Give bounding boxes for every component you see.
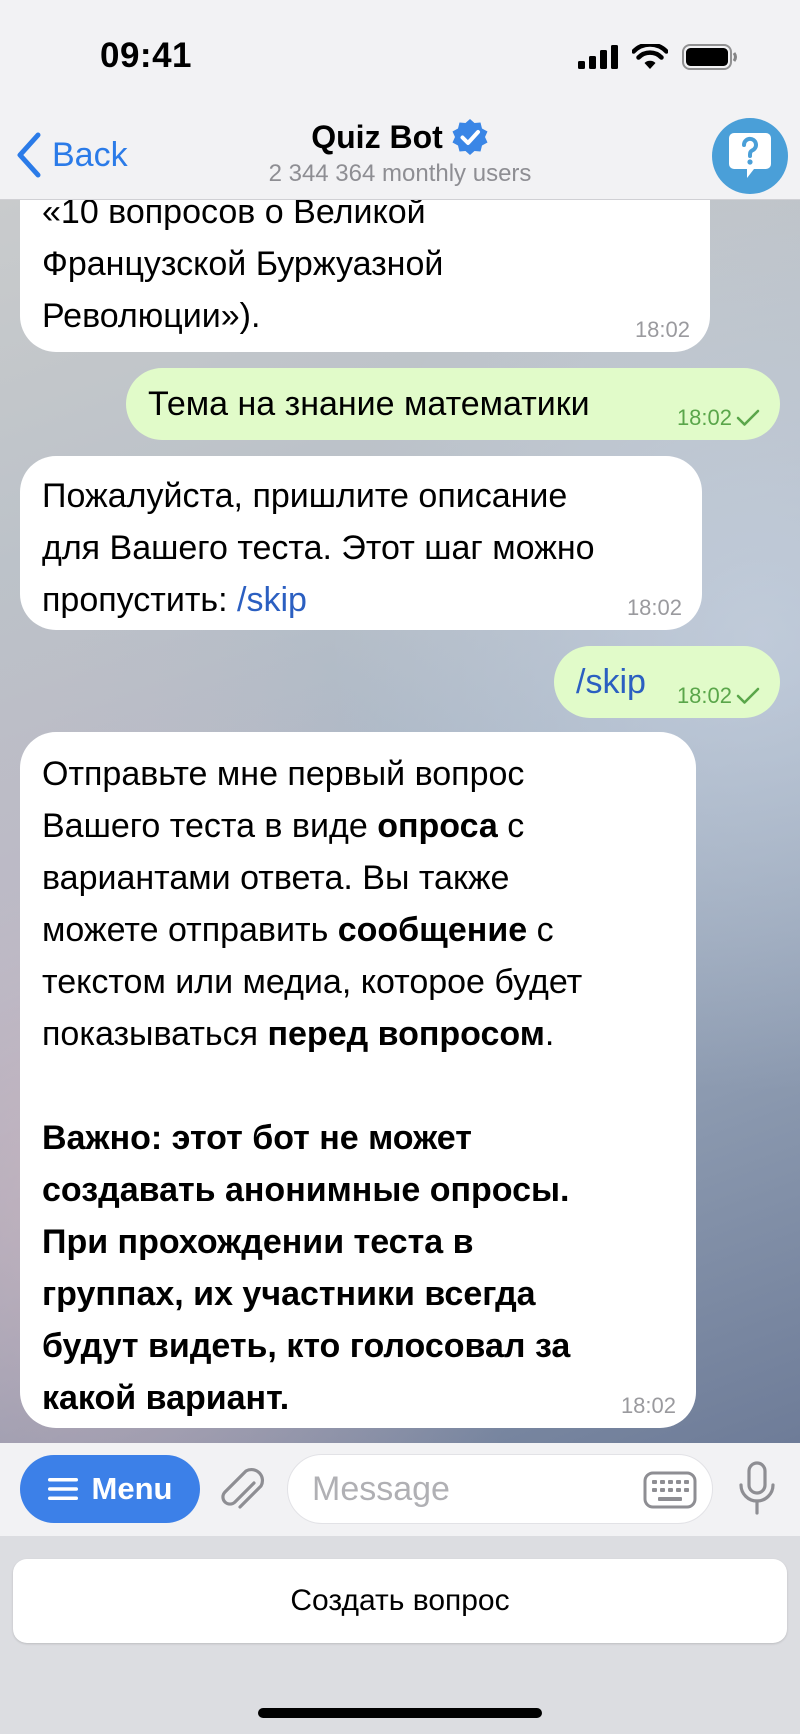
wifi-icon — [632, 44, 668, 69]
message-text-line: вариантами ответа. Вы также — [42, 859, 510, 897]
message-text: . — [544, 1015, 555, 1053]
chat-header: Back Quiz Bot 2 344 364 monthly users — [0, 110, 800, 200]
message-bold-line: будут видеть, кто голосовал за — [42, 1327, 571, 1365]
message-bold-line: Важно: этот бот не может — [42, 1119, 472, 1157]
message-time: 18:02 — [634, 317, 690, 342]
message-text: показываться — [42, 1015, 268, 1053]
message-text-line: пропустить: /skip — [42, 574, 680, 626]
message-time-read: 18:02 — [677, 684, 760, 708]
menu-button[interactable]: Menu — [20, 1455, 200, 1523]
keyboard-toggle-icon[interactable] — [643, 1471, 697, 1509]
reply-keyboard: Создать вопрос — [0, 1536, 800, 1734]
message-bubble-incoming[interactable]: Отправьте мне первый вопрос Вашего теста… — [20, 732, 696, 1428]
message-text: пропустить: — [42, 581, 238, 619]
message-time: 18:02 — [620, 1393, 676, 1418]
message-bubble-outgoing[interactable]: Тема на знание математики 18:02 — [126, 368, 780, 440]
read-check-icon — [736, 409, 760, 426]
question-bubble-icon — [729, 133, 771, 178]
skip-command-link[interactable]: /skip — [237, 581, 307, 619]
read-check-icon — [736, 687, 760, 704]
microphone-icon[interactable] — [737, 1461, 777, 1517]
message-text-line: Вашего теста в виде опроса с — [42, 800, 674, 852]
home-indicator[interactable] — [258, 1708, 542, 1718]
message-text: Вашего теста в виде — [42, 807, 378, 845]
status-icons — [578, 44, 738, 70]
message-bold-line: создавать анонимные опросы. — [42, 1171, 570, 1209]
message-bubble-incoming[interactable]: «10 вопросов о Великой Французской Буржу… — [20, 200, 710, 352]
message-text-line: показываться перед вопросом. — [42, 1008, 674, 1060]
paperclip-icon[interactable] — [218, 1461, 268, 1517]
verified-badge-icon — [452, 119, 488, 155]
message-text-line: Революции»). — [42, 297, 261, 335]
message-text-line: для Вашего теста. Этот шаг можно — [42, 529, 595, 567]
message-bold-line: При прохождении теста в — [42, 1223, 474, 1261]
message-time-read: 18:02 — [677, 406, 760, 430]
message-text-line: «10 вопросов о Великой — [42, 200, 426, 231]
message-text: с — [527, 911, 554, 949]
message-text: можете отправить — [42, 911, 338, 949]
chat-messages[interactable]: «10 вопросов о Великой Французской Буржу… — [0, 200, 800, 1443]
cellular-signal-icon — [578, 45, 618, 69]
menu-label: Menu — [91, 1471, 173, 1506]
status-time: 09:41 — [100, 36, 193, 75]
message-bold-line: какой вариант. — [42, 1379, 290, 1417]
message-text-line: можете отправить сообщение с — [42, 904, 674, 956]
message-time: 18:02 — [676, 683, 732, 708]
message-bold-line: группах, их участники всегда — [42, 1275, 536, 1313]
message-bold-text: перед вопросом — [267, 1015, 545, 1053]
message-bold-text: сообщение — [337, 911, 528, 949]
status-bar: 09:41 — [0, 0, 800, 110]
chat-title-block[interactable]: Quiz Bot 2 344 364 monthly users — [0, 118, 800, 188]
message-bold-text: опроса — [377, 807, 498, 845]
message-bubble-incoming[interactable]: Пожалуйста, пришлите описание для Вашего… — [20, 456, 702, 630]
message-time: 18:02 — [676, 405, 732, 430]
message-time: 18:02 — [626, 595, 682, 620]
create-question-button[interactable]: Создать вопрос — [13, 1559, 787, 1643]
message-text: с — [497, 807, 525, 845]
message-composer: Menu Message — [0, 1443, 800, 1536]
message-text-line: Французской Буржуазной — [42, 245, 444, 283]
message-placeholder: Message — [312, 1469, 450, 1508]
battery-icon — [682, 44, 737, 70]
message-spacer — [42, 1060, 674, 1112]
chat-subtitle: 2 344 364 monthly users — [268, 160, 532, 187]
chat-title: Quiz Bot — [311, 118, 443, 155]
bot-avatar[interactable] — [712, 118, 788, 194]
message-bubble-outgoing[interactable]: /skip 18:02 — [554, 646, 780, 718]
message-text: Тема на знание математики — [148, 385, 590, 423]
message-text-line: Отправьте мне первый вопрос — [42, 755, 525, 793]
hamburger-icon — [47, 1478, 78, 1500]
message-text-line: текстом или медиа, которое будет — [42, 963, 583, 1001]
message-text-line: Пожалуйста, пришлите описание — [42, 477, 568, 515]
